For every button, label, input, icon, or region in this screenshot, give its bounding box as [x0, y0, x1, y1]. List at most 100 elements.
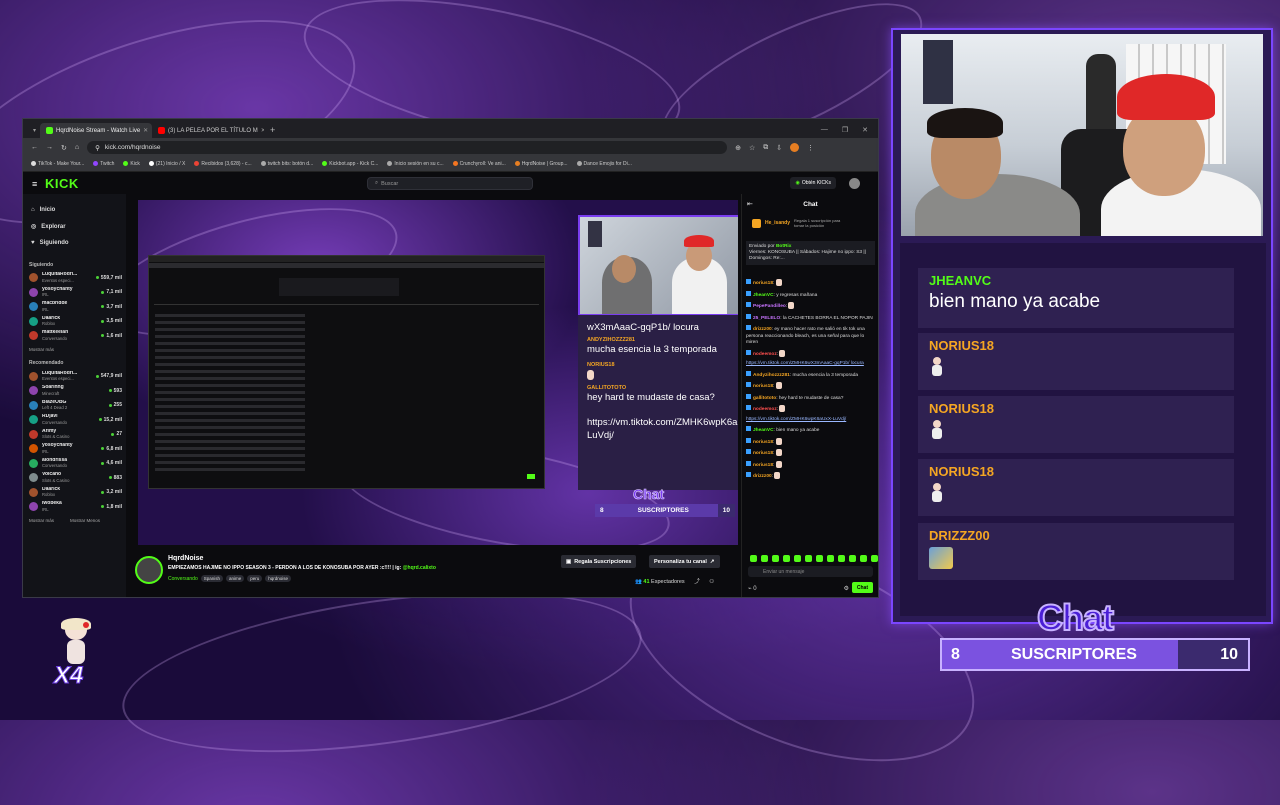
emote-icon[interactable] [750, 555, 757, 562]
bookmark-item[interactable]: Twitch [93, 161, 114, 167]
home-icon[interactable]: ⌂ [75, 144, 79, 151]
channel-item[interactable]: Arimy Slots & Casino 27 [23, 427, 126, 442]
tag-chip[interactable]: Spanish [200, 575, 224, 582]
minimize-icon[interactable]: — [821, 126, 828, 134]
emote-icon[interactable] [827, 555, 834, 562]
emote-icon[interactable] [860, 555, 867, 562]
bookmark-star-icon[interactable]: ☆ [749, 144, 755, 152]
zoom-icon[interactable]: ⊕ [735, 144, 741, 152]
chat-username[interactable]: JheanVC [753, 293, 774, 298]
new-tab-icon[interactable]: + [264, 125, 281, 138]
emote-icon[interactable] [838, 555, 845, 562]
channel-item[interactable]: iwobeka IRL 1,8 mil [23, 500, 126, 515]
reload-icon[interactable]: ↻ [61, 144, 67, 152]
close-icon[interactable]: ✕ [143, 127, 148, 134]
back-icon[interactable]: ← [31, 144, 38, 151]
channel-item[interactable]: Soarinng Minecraft 593 [23, 384, 126, 399]
share-icon[interactable]: ⤴ [694, 579, 700, 585]
bookmark-item[interactable]: Dance Emojis for Di... [576, 161, 632, 167]
chat-username[interactable]: drizzz00 [753, 327, 772, 332]
bookmark-item[interactable]: twitch bits: botón d... [260, 161, 313, 167]
chat-username[interactable]: norius18 [753, 384, 773, 389]
bookmark-item[interactable]: TikTok - Make Your... [31, 161, 84, 167]
download-icon[interactable]: ⇩ [776, 144, 782, 152]
chat-username[interactable]: norius18 [753, 451, 773, 456]
chat-username[interactable]: JheanVC [753, 428, 774, 433]
search-input[interactable]: ⌕ Buscar [367, 177, 533, 190]
chat-username[interactable]: norius18 [753, 440, 773, 445]
video-player[interactable]: wX3mAaaC-gqP1b/ locura ANDYZIHOZZZ281 mu… [138, 200, 738, 545]
extensions-icon[interactable]: ⧉ [763, 144, 768, 152]
url-field[interactable]: ⚲ kick.com/hqrdnoise [87, 141, 728, 154]
channel-item[interactable]: macbridde IRL 3,7 mil [23, 300, 126, 315]
chat-username[interactable]: norius18 [753, 281, 773, 286]
collapse-chat-icon[interactable]: ⇤ [747, 200, 753, 208]
customize-channel-button[interactable]: Personaliza tu canal ↗ [649, 555, 720, 568]
profile-avatar[interactable] [790, 143, 800, 152]
bookmark-item[interactable]: Recibidos (3,628) - c... [194, 161, 252, 167]
close-window-icon[interactable]: ✕ [862, 126, 868, 134]
tag-chip[interactable]: peru [247, 575, 263, 582]
chat-username[interactable]: Andyzihozzz281 [753, 373, 790, 378]
chat-username[interactable]: PepePandilleo [753, 304, 786, 309]
tab-menu-icon[interactable]: ▾ [29, 127, 40, 138]
bookmark-item[interactable]: Crunchyroll: Ve ani... [452, 161, 506, 167]
emote-icon[interactable] [772, 555, 779, 562]
chat-link[interactable]: https://vm.tiktok.com/ZMHK6wpK6aUxX-LuVd… [746, 417, 846, 422]
show-less-link[interactable]: Mostrar Menos [70, 518, 100, 523]
channel-item[interactable]: alondrissa Conversando 4,6 mil [23, 456, 126, 471]
nav-following[interactable]: ♥ Siguiendo [31, 235, 126, 252]
settings-icon[interactable]: ⚙ [844, 585, 849, 592]
forward-icon[interactable]: → [46, 144, 53, 151]
bookmark-item[interactable]: HqrdNoise | Group... [514, 161, 568, 167]
tag-chip[interactable]: hqrdnoise [265, 575, 292, 582]
chat-username[interactable]: nodeemoz [753, 407, 777, 412]
channel-item[interactable]: RDjavi Conversando 15,2 mil [23, 413, 126, 428]
show-more-link[interactable]: Mostrar más [29, 518, 54, 523]
streamer-name[interactable]: HqrdNoise [168, 555, 203, 562]
channel-item[interactable]: LuquitaRodri... Eventos especi... 547,9 mi… [23, 369, 126, 384]
emote-icon[interactable] [783, 555, 790, 562]
emote-icon[interactable] [816, 555, 823, 562]
maximize-icon[interactable]: ❐ [842, 126, 848, 134]
get-kicks-button[interactable]: ◉ Obtén KICKs [790, 177, 836, 189]
tag-chip[interactable]: anime [226, 575, 245, 582]
browser-menu-icon[interactable]: ⋮ [807, 144, 814, 152]
channel-item[interactable]: BlazeOBG Left 4 Dead 2 255 [23, 398, 126, 413]
emote-icon[interactable] [761, 555, 768, 562]
bookmark-item[interactable]: Kickbot.app - Kick C... [322, 161, 378, 167]
send-chat-button[interactable]: Chat [851, 582, 873, 593]
channel-item[interactable]: LuquitaRodri... Eventos especi... 559,7 mi… [23, 271, 126, 286]
chat-username[interactable]: nodeemoz [753, 352, 777, 357]
gift-subs-button[interactable]: ▣ Regala Suscripciones [561, 555, 637, 568]
points-icon[interactable]: ⌁ 0 [748, 585, 757, 592]
show-more-link[interactable]: Mostrar más [23, 343, 126, 356]
hamburger-icon[interactable]: ≡ [32, 179, 37, 189]
channel-item[interactable]: yosoychanty IRL 6,8 mil [23, 442, 126, 457]
chat-username[interactable]: 25_PELELO [753, 316, 780, 321]
nav-home[interactable]: ⌂ Inicio [31, 202, 126, 219]
nav-explore[interactable]: ◎ Explorar [31, 219, 126, 236]
channel-item[interactable]: Volcano Slots & Casino 883 [23, 471, 126, 486]
emote-icon[interactable] [849, 555, 856, 562]
instagram-link[interactable]: @hqrd.calixto [403, 565, 436, 571]
kick-logo[interactable]: KICK [45, 176, 79, 191]
browser-tab-youtube[interactable]: (3) LA PELEA POR EL TÍTULO M ✕ [152, 123, 264, 138]
bookmark-item[interactable]: Kick [123, 161, 140, 167]
bookmark-item[interactable]: Inicio sesión en su c... [387, 161, 444, 167]
channel-item[interactable]: Daarick Roblox 3,5 mil [23, 314, 126, 329]
channel-item[interactable]: Daarick Roblox 3,2 mil [23, 485, 126, 500]
chat-username[interactable]: norius18 [753, 463, 773, 468]
channel-item[interactable]: mattkeelan Conversando 1,6 mil [23, 329, 126, 344]
chat-link[interactable]: https://vm.tiktok.com/ZMHK6wX3mAaaC-gqP1… [746, 361, 864, 366]
category-link[interactable]: Conversando [168, 576, 198, 582]
follow-icon[interactable]: ⚇ [709, 579, 714, 585]
emote-icon[interactable] [871, 555, 878, 562]
user-avatar[interactable] [849, 178, 860, 189]
gifter-name[interactable]: He_isandy [765, 220, 790, 226]
pinned-user[interactable]: BotRix [776, 244, 791, 249]
browser-tab-kick[interactable]: HqrdNoise Stream - Watch Live ✕ [40, 123, 153, 138]
chat-input[interactable]: Enviar un mensaje [748, 566, 873, 577]
chat-username[interactable]: drizzz00 [753, 474, 772, 479]
channel-item[interactable]: yosoychanty IRL 7,1 mil [23, 285, 126, 300]
